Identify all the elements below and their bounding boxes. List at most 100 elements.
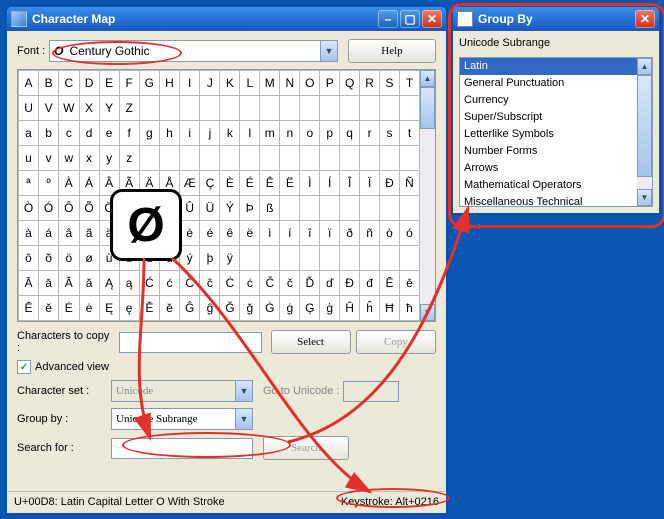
- char-cell[interactable]: Ğ: [220, 296, 240, 321]
- char-cell[interactable]: Č: [260, 271, 280, 296]
- char-cell[interactable]: Ĕ: [19, 296, 39, 321]
- char-cell[interactable]: m: [260, 121, 280, 146]
- char-cell[interactable]: â: [59, 221, 79, 246]
- char-cell[interactable]: Ê: [260, 171, 280, 196]
- char-cell[interactable]: [159, 146, 179, 171]
- char-cell[interactable]: d: [79, 121, 99, 146]
- char-cell[interactable]: [320, 146, 340, 171]
- char-cell[interactable]: ĝ: [200, 296, 220, 321]
- char-cell[interactable]: Ĥ: [340, 296, 360, 321]
- char-cell[interactable]: k: [220, 121, 240, 146]
- scroll-down-icon[interactable]: ▼: [420, 304, 435, 321]
- subrange-listbox[interactable]: LatinGeneral PunctuationCurrencySuper/Su…: [459, 57, 653, 207]
- char-cell[interactable]: Y: [99, 96, 119, 121]
- char-cell[interactable]: [260, 146, 280, 171]
- maximize-button[interactable]: ▢: [400, 10, 420, 28]
- char-cell[interactable]: R: [360, 71, 380, 96]
- char-cell[interactable]: u: [19, 146, 39, 171]
- char-cell[interactable]: ę: [119, 296, 139, 321]
- char-cell[interactable]: Ē: [380, 271, 400, 296]
- char-cell[interactable]: x: [79, 146, 99, 171]
- char-cell[interactable]: [240, 96, 260, 121]
- char-cell[interactable]: ö: [59, 246, 79, 271]
- char-cell[interactable]: Û: [179, 196, 200, 221]
- char-cell[interactable]: Ė: [59, 296, 79, 321]
- char-cell[interactable]: ë: [240, 221, 260, 246]
- char-cell[interactable]: Ă: [59, 271, 79, 296]
- list-item[interactable]: Letterlike Symbols: [460, 126, 652, 143]
- char-cell[interactable]: B: [39, 71, 59, 96]
- char-cell[interactable]: Ð: [380, 171, 400, 196]
- char-cell[interactable]: [260, 246, 280, 271]
- list-item[interactable]: Mathematical Operators: [460, 177, 652, 194]
- char-cell[interactable]: [340, 96, 360, 121]
- char-cell[interactable]: [200, 146, 220, 171]
- char-cell[interactable]: Ý: [220, 196, 240, 221]
- char-cell[interactable]: Æ: [179, 171, 200, 196]
- char-cell[interactable]: c: [59, 121, 79, 146]
- close-button[interactable]: ✕: [422, 10, 442, 28]
- char-cell[interactable]: ĕ: [39, 296, 59, 321]
- char-cell[interactable]: Ì: [300, 171, 320, 196]
- char-cell[interactable]: l: [240, 121, 260, 146]
- char-cell[interactable]: [300, 146, 320, 171]
- char-cell[interactable]: r: [360, 121, 380, 146]
- char-cell[interactable]: [340, 196, 360, 221]
- font-dropdown[interactable]: O Century Gothic ▼: [49, 40, 338, 62]
- char-cell[interactable]: [139, 96, 159, 121]
- list-item[interactable]: General Punctuation: [460, 75, 652, 92]
- char-cell[interactable]: Ô: [59, 196, 79, 221]
- char-cell[interactable]: V: [39, 96, 59, 121]
- scroll-down-icon[interactable]: ▼: [637, 189, 652, 206]
- char-cell[interactable]: [200, 96, 220, 121]
- char-cell[interactable]: ė: [79, 296, 99, 321]
- char-cell[interactable]: E: [99, 71, 119, 96]
- list-item[interactable]: Number Forms: [460, 143, 652, 160]
- char-cell[interactable]: Ą: [99, 271, 119, 296]
- char-cell[interactable]: I: [179, 71, 200, 96]
- char-cell[interactable]: U: [19, 96, 39, 121]
- char-cell[interactable]: Þ: [240, 196, 260, 221]
- char-cell[interactable]: [399, 96, 419, 121]
- char-cell[interactable]: Ò: [19, 196, 39, 221]
- char-cell[interactable]: È: [220, 171, 240, 196]
- char-cell[interactable]: Ç: [200, 171, 220, 196]
- char-cell[interactable]: ċ: [240, 271, 260, 296]
- select-button[interactable]: Select: [271, 330, 351, 354]
- char-cell[interactable]: j: [200, 121, 220, 146]
- char-cell[interactable]: ĥ: [360, 296, 380, 321]
- advanced-view-checkbox[interactable]: ✓ Advanced view: [17, 360, 109, 374]
- char-cell[interactable]: p: [320, 121, 340, 146]
- char-cell[interactable]: [360, 196, 380, 221]
- char-cell[interactable]: K: [220, 71, 240, 96]
- char-cell[interactable]: Ċ: [220, 271, 240, 296]
- char-cell[interactable]: Ď: [300, 271, 320, 296]
- char-cell[interactable]: Ñ: [399, 171, 419, 196]
- groupby-dropdown[interactable]: Unicode Subrange ▼: [111, 408, 253, 430]
- char-cell[interactable]: ģ: [320, 296, 340, 321]
- char-cell[interactable]: v: [39, 146, 59, 171]
- char-cell[interactable]: y: [99, 146, 119, 171]
- char-cell[interactable]: Á: [79, 171, 99, 196]
- char-cell[interactable]: H: [159, 71, 179, 96]
- list-scrollbar[interactable]: ▲ ▼: [637, 58, 652, 206]
- char-cell[interactable]: [280, 96, 300, 121]
- char-cell[interactable]: [399, 246, 419, 271]
- characters-to-copy-input[interactable]: [119, 332, 261, 353]
- char-cell[interactable]: ġ: [280, 296, 300, 321]
- char-cell[interactable]: [260, 96, 280, 121]
- char-cell[interactable]: [300, 96, 320, 121]
- char-cell[interactable]: [280, 246, 300, 271]
- char-cell[interactable]: [280, 196, 300, 221]
- char-cell[interactable]: s: [380, 121, 400, 146]
- char-cell[interactable]: [380, 246, 400, 271]
- char-cell[interactable]: [139, 146, 159, 171]
- char-cell[interactable]: Ĝ: [179, 296, 200, 321]
- char-cell[interactable]: [340, 146, 360, 171]
- char-cell[interactable]: T: [399, 71, 419, 96]
- char-cell[interactable]: Z: [119, 96, 139, 121]
- char-cell[interactable]: [159, 96, 179, 121]
- char-cell[interactable]: è: [179, 221, 200, 246]
- char-cell[interactable]: w: [59, 146, 79, 171]
- char-cell[interactable]: g: [139, 121, 159, 146]
